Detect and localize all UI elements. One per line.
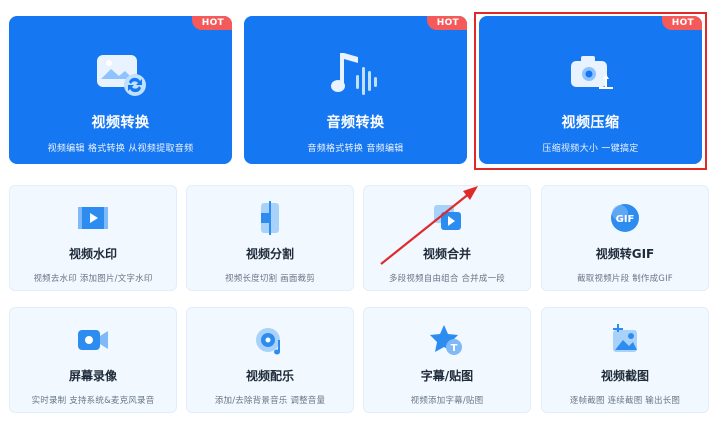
card-subtitle: 实时录制 支持系统&麦克风录音 — [31, 396, 155, 406]
video-split-card[interactable]: 视频分割 视频长度切割 画面裁剪 — [186, 185, 354, 291]
video-split-icon — [252, 200, 288, 236]
card-title: 视频压缩 — [561, 115, 620, 131]
card-subtitle: 视频编辑 格式转换 从视频提取音频 — [47, 144, 194, 154]
video-merge-card[interactable]: 视频合并 多段视频自由组合 合并成一段 — [363, 185, 531, 291]
card-subtitle: 逐帧截图 连续截图 输出长图 — [569, 396, 681, 406]
card-subtitle: 多段视频自由组合 合并成一段 — [388, 274, 505, 284]
card-title: 视频转换 — [91, 115, 150, 131]
card-title: 视频合并 — [422, 247, 471, 261]
card-title: 视频转GIF — [595, 247, 655, 261]
video-music-card[interactable]: 视频配乐 添加/去除背景音乐 调整音量 — [186, 307, 354, 413]
card-subtitle: 添加/去除背景音乐 调整音量 — [214, 396, 326, 406]
video-watermark-card[interactable]: 视频水印 视频去水印 添加图片/文字水印 — [9, 185, 177, 291]
card-title: 字幕/贴图 — [420, 369, 474, 383]
card-subtitle: 截取视频片段 制作成GIF — [577, 274, 673, 284]
subtitle-sticker-card[interactable]: T 字幕/贴图 视频添加字幕/贴图 — [363, 307, 531, 413]
gif-icon-text: GIF — [616, 214, 635, 225]
card-title: 视频分割 — [245, 247, 294, 261]
gif-icon: GIF — [607, 200, 643, 236]
audio-convert-icon — [326, 46, 386, 102]
card-title: 屏幕录像 — [68, 369, 117, 383]
video-merge-icon — [429, 200, 465, 236]
video-compress-icon — [561, 46, 621, 102]
screen-record-icon — [75, 322, 111, 358]
card-title: 音频转换 — [326, 115, 385, 131]
screen-record-card[interactable]: 屏幕录像 实时录制 支持系统&麦克风录音 — [9, 307, 177, 413]
card-subtitle: 视频去水印 添加图片/文字水印 — [33, 274, 153, 284]
card-subtitle: 视频添加字幕/贴图 — [410, 396, 484, 406]
hot-badge: HOT — [661, 16, 702, 30]
video-screenshot-card[interactable]: 视频截图 逐帧截图 连续截图 输出长图 — [541, 307, 709, 413]
video-convert-card[interactable]: HOT 视频转换 视频编辑 格式转换 从视频提取音频 — [9, 16, 232, 164]
screenshot-icon — [607, 322, 643, 358]
video-compress-card[interactable]: HOT 视频压缩 压缩视频大小 一键搞定 — [479, 16, 702, 164]
video-to-gif-card[interactable]: GIF 视频转GIF 截取视频片段 制作成GIF — [541, 185, 709, 291]
card-title: 视频水印 — [68, 247, 117, 261]
subtitle-star-icon: T — [429, 322, 465, 358]
subtitle-icon-text: T — [451, 343, 458, 354]
card-subtitle: 视频长度切割 画面裁剪 — [225, 274, 315, 284]
hot-badge: HOT — [426, 16, 467, 30]
card-title: 视频截图 — [600, 369, 649, 383]
audio-convert-card[interactable]: HOT 音频转换 音频格式转换 音频编辑 — [244, 16, 467, 164]
card-subtitle: 音频格式转换 音频编辑 — [307, 144, 404, 154]
card-title: 视频配乐 — [245, 369, 294, 383]
music-disc-icon — [252, 322, 288, 358]
video-watermark-icon — [75, 200, 111, 236]
card-subtitle: 压缩视频大小 一键搞定 — [542, 144, 639, 154]
video-convert-icon — [91, 46, 151, 102]
hot-badge: HOT — [191, 16, 232, 30]
